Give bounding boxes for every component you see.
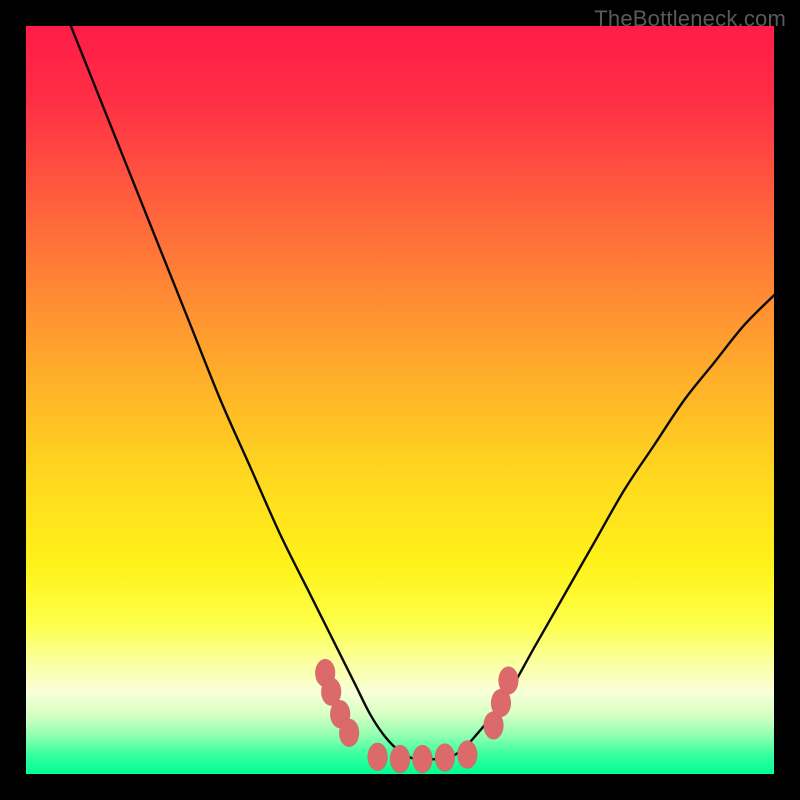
- bottleneck-curve-chart: [26, 26, 774, 774]
- data-marker: [368, 743, 388, 771]
- data-marker: [457, 741, 477, 769]
- data-marker: [412, 745, 432, 773]
- bottleneck-curve-markers: [315, 659, 518, 773]
- data-marker: [339, 719, 359, 747]
- watermark-text: TheBottleneck.com: [594, 6, 786, 32]
- data-marker: [390, 745, 410, 773]
- data-marker: [498, 667, 518, 695]
- data-marker: [435, 744, 455, 772]
- chart-container: TheBottleneck.com: [0, 0, 800, 800]
- bottleneck-curve-line: [71, 26, 774, 760]
- chart-plot-area: [26, 26, 774, 774]
